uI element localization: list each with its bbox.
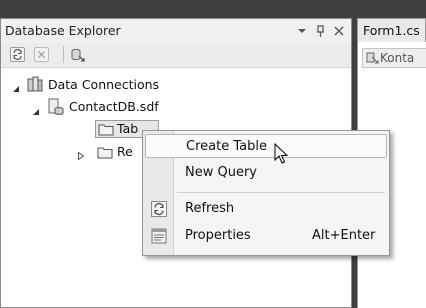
component-icon — [366, 51, 379, 65]
folder-icon — [98, 121, 114, 137]
toolbar-separator — [63, 46, 64, 63]
menu-item-label: Refresh — [185, 201, 235, 216]
pin-icon[interactable] — [313, 23, 327, 39]
context-menu: Create Table New Query Refresh Propertie… — [142, 130, 390, 256]
panel-title-bar: Database Explorer — [1, 19, 351, 44]
menu-item-refresh[interactable]: Refresh — [145, 197, 387, 221]
menu-item-create-table[interactable]: Create Table — [145, 134, 387, 158]
properties-icon — [151, 228, 167, 244]
designer-component-chip[interactable]: Konta — [362, 48, 426, 68]
stop-icon[interactable] — [34, 47, 49, 62]
tree-item-data-connections[interactable]: Data Connections — [48, 77, 159, 92]
refresh-icon[interactable] — [10, 47, 25, 62]
menu-item-label: Properties — [185, 228, 251, 243]
menu-separator — [177, 192, 385, 193]
menu-item-label: New Query — [185, 165, 257, 180]
database-file-icon — [48, 98, 64, 116]
tree-item-tables[interactable]: Tab — [117, 121, 138, 136]
tree-item-contactdb[interactable]: ContactDB.sdf — [69, 99, 159, 114]
collapse-arrow-icon[interactable] — [12, 82, 20, 92]
panel-title: Database Explorer — [5, 23, 121, 38]
tree-item-replication[interactable]: Re — [117, 144, 133, 159]
menu-item-shortcut: Alt+Enter — [312, 228, 376, 243]
connect-to-database-icon[interactable] — [69, 46, 87, 64]
dropdown-arrow-icon[interactable] — [295, 23, 309, 39]
folder-icon — [97, 144, 113, 160]
collapse-arrow-icon[interactable] — [32, 105, 40, 115]
menu-item-label: Create Table — [186, 139, 267, 154]
tab-form1[interactable]: Form1.cs — [357, 18, 426, 42]
refresh-icon — [151, 201, 167, 217]
data-connections-icon — [27, 76, 43, 94]
menu-item-properties[interactable]: Properties Alt+Enter — [145, 224, 387, 248]
menu-item-new-query[interactable]: New Query — [145, 161, 387, 185]
tab-label: Form1.cs — [363, 23, 420, 38]
close-icon[interactable] — [332, 23, 346, 39]
expand-arrow-icon[interactable] — [77, 149, 85, 161]
panel-toolbar — [1, 43, 351, 68]
mouse-cursor-icon — [274, 142, 290, 165]
component-chip-label: Konta — [380, 51, 415, 65]
